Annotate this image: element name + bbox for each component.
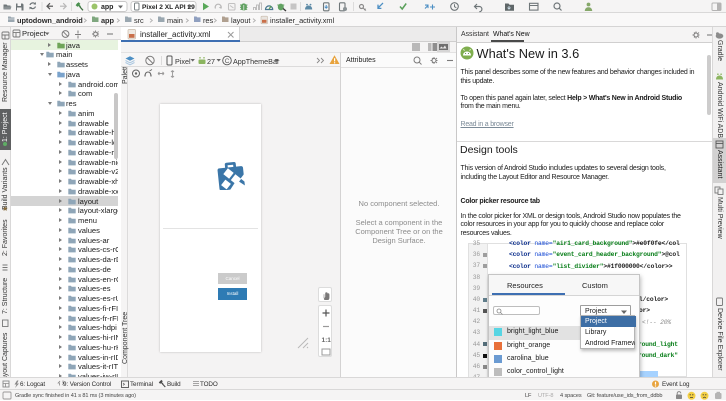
svg-text:Pixel 2 XL API 29: Pixel 2 XL API 29 [142,4,195,11]
svg-text:1:1: 1:1 [322,337,332,344]
svg-text:app: app [101,4,113,11]
svg-text:C: C [225,58,230,65]
